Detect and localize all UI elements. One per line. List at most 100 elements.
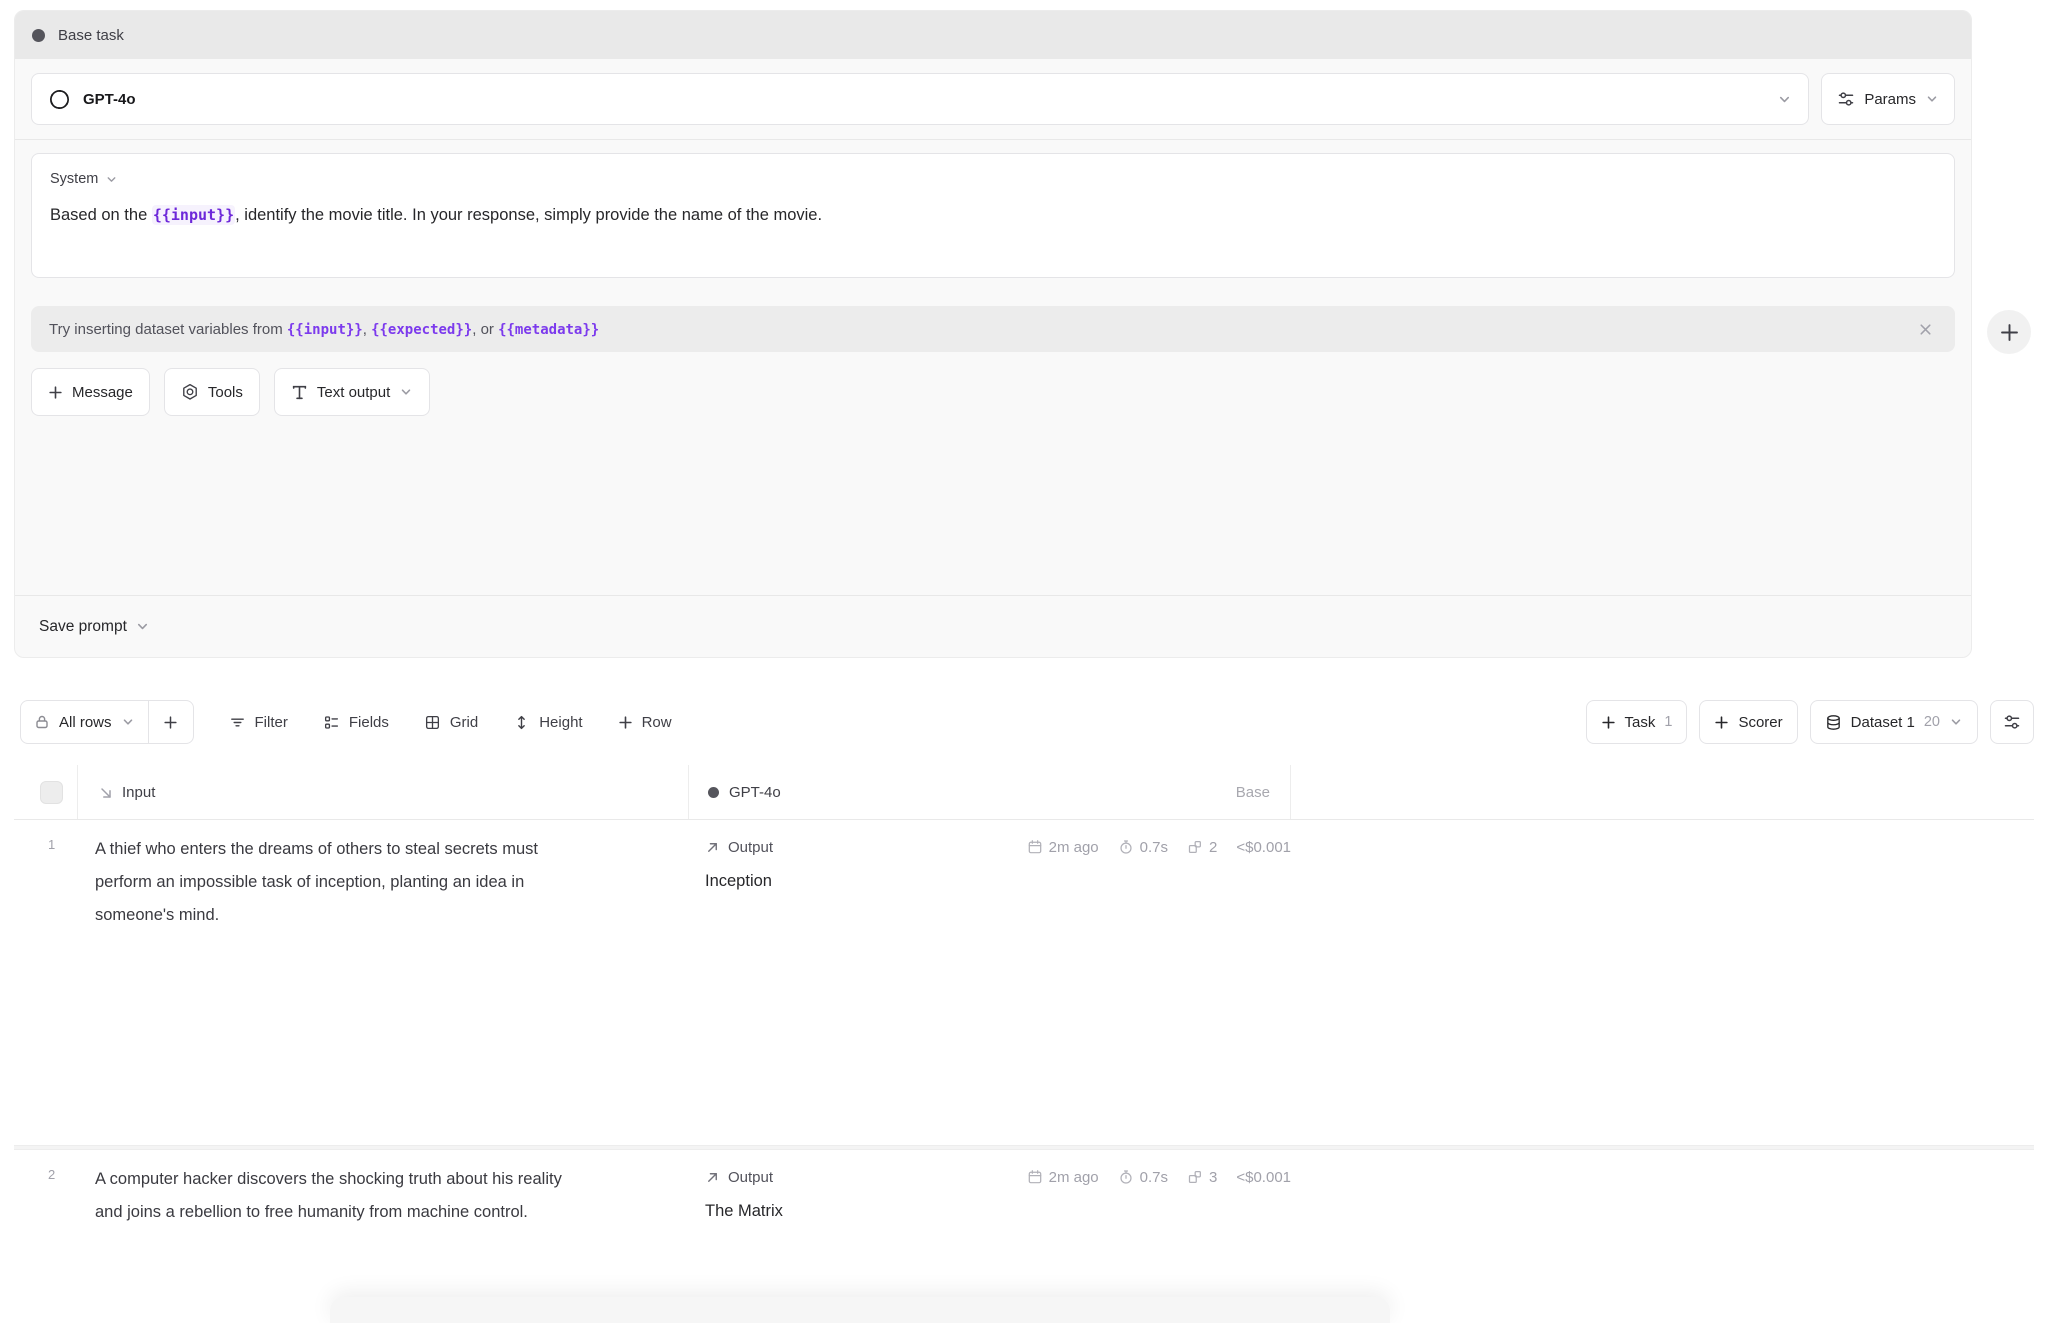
fields-icon xyxy=(323,714,340,731)
filter-button[interactable]: Filter xyxy=(216,700,301,744)
task-count-badge: 1 xyxy=(1664,714,1672,730)
add-message-button[interactable]: Message xyxy=(31,368,150,416)
add-task-button[interactable]: Task 1 xyxy=(1586,700,1688,744)
add-scorer-label: Scorer xyxy=(1738,714,1782,731)
add-row-label: Row xyxy=(642,714,672,731)
output-type-button[interactable]: Text output xyxy=(274,368,430,416)
row-number: 2 xyxy=(48,1167,70,1182)
output-cell[interactable]: Output 2m ago xyxy=(705,1163,1291,1221)
output-metadata: 2m ago 0.7s xyxy=(1027,839,1291,856)
system-message-card[interactable]: System Based on the {{input}}, identify … xyxy=(31,153,1955,278)
save-prompt-button[interactable]: Save prompt xyxy=(39,618,150,636)
openai-logo-icon xyxy=(48,88,71,111)
close-icon[interactable] xyxy=(1914,318,1937,341)
select-all-checkbox[interactable] xyxy=(40,781,63,804)
tools-button[interactable]: Tools xyxy=(164,368,260,416)
dataset-button[interactable]: Dataset 1 20 xyxy=(1810,700,1978,744)
model-dot-icon xyxy=(708,787,719,798)
task-status-icon xyxy=(32,29,45,42)
hint-text: Try inserting dataset variables from {{i… xyxy=(49,321,599,338)
plus-icon xyxy=(1714,715,1729,730)
duration: 0.7s xyxy=(1118,839,1168,856)
model-column-header[interactable]: GPT-4o xyxy=(708,765,781,820)
output-link[interactable]: Output xyxy=(705,1169,773,1186)
grid-icon xyxy=(424,714,441,731)
rows-filter-button[interactable]: All rows xyxy=(21,701,148,743)
view-settings-icon xyxy=(2003,713,2021,731)
role-selector[interactable]: System xyxy=(50,171,118,187)
calendar-icon xyxy=(1027,1169,1043,1185)
prompt-text-after: , identify the movie title. In your resp… xyxy=(235,206,822,224)
output-link-icon xyxy=(705,840,720,855)
column-divider xyxy=(688,765,689,819)
grid-toolbar: All rows Filter Fields xyxy=(20,700,2034,744)
save-prompt-label: Save prompt xyxy=(39,618,127,636)
output-label: Output xyxy=(728,839,773,856)
variant-badge: Base xyxy=(1236,765,1270,820)
params-sliders-icon xyxy=(1837,90,1855,108)
row-number: 1 xyxy=(48,837,70,852)
add-rows-filter-button[interactable] xyxy=(149,701,193,743)
chevron-down-icon xyxy=(135,619,150,634)
add-row-button[interactable]: Row xyxy=(605,700,685,744)
chevron-down-icon xyxy=(1777,92,1792,107)
cost: <$0.001 xyxy=(1236,1169,1291,1186)
timestamp: 2m ago xyxy=(1027,1169,1099,1186)
timer-icon xyxy=(1118,839,1134,855)
input-column-icon xyxy=(98,785,114,801)
filter-label: Filter xyxy=(255,714,288,731)
duration: 0.7s xyxy=(1118,1169,1168,1186)
grid-label: Grid xyxy=(450,714,478,731)
plus-icon xyxy=(618,715,633,730)
cost: <$0.001 xyxy=(1236,839,1291,856)
fields-label: Fields xyxy=(349,714,389,731)
prompt-text[interactable]: Based on the {{input}}, identify the mov… xyxy=(50,204,1936,227)
results-table: Input GPT-4o Base 1 A thief who enters t… xyxy=(14,765,2034,1312)
output-metadata: 2m ago 0.7s xyxy=(1027,1169,1291,1186)
model-select[interactable]: GPT-4o xyxy=(31,73,1809,125)
model-row: GPT-4o Params xyxy=(15,59,1971,125)
input-column-header[interactable]: Input xyxy=(98,765,155,820)
calendar-icon xyxy=(1027,839,1043,855)
chevron-down-icon xyxy=(121,715,135,729)
chevron-down-icon xyxy=(105,173,118,186)
view-settings-button[interactable] xyxy=(1990,700,2034,744)
token-count: 2 xyxy=(1187,839,1217,856)
table-row[interactable]: 1 A thief who enters the dreams of other… xyxy=(14,820,2034,1145)
column-divider xyxy=(77,765,78,819)
task-header: Base task xyxy=(15,11,1971,59)
plus-icon xyxy=(163,715,178,730)
add-task-fab[interactable] xyxy=(1987,310,2031,354)
tools-label: Tools xyxy=(208,384,243,401)
add-message-label: Message xyxy=(72,384,133,401)
table-header: Input GPT-4o Base xyxy=(14,765,2034,820)
tools-nut-icon xyxy=(181,383,199,401)
rows-filter-label: All rows xyxy=(59,714,112,731)
row-height-button[interactable]: Height xyxy=(500,700,595,744)
dataset-label: Dataset 1 xyxy=(1851,714,1915,731)
filter-icon xyxy=(229,714,246,731)
output-link-icon xyxy=(705,1170,720,1185)
row-height-icon xyxy=(513,714,530,731)
output-cell[interactable]: Output 2m ago xyxy=(705,833,1291,891)
input-cell[interactable]: A thief who enters the dreams of others … xyxy=(95,833,585,932)
params-label: Params xyxy=(1864,91,1916,108)
params-button[interactable]: Params xyxy=(1821,73,1955,125)
output-value: The Matrix xyxy=(705,1202,1291,1221)
timestamp: 2m ago xyxy=(1027,839,1099,856)
chevron-down-icon xyxy=(1949,715,1963,729)
prompt-text-before: Based on the xyxy=(50,206,152,224)
output-link[interactable]: Output xyxy=(705,839,773,856)
plus-icon xyxy=(48,385,63,400)
table-row[interactable]: 2 A computer hacker discovers the shocki… xyxy=(14,1150,2034,1312)
lock-icon xyxy=(34,714,50,730)
input-cell[interactable]: A computer hacker discovers the shocking… xyxy=(95,1163,585,1229)
dataset-icon xyxy=(1825,714,1842,731)
grid-button[interactable]: Grid xyxy=(411,700,491,744)
plus-icon xyxy=(2000,323,2019,342)
fields-button[interactable]: Fields xyxy=(310,700,402,744)
add-task-label: Task xyxy=(1625,714,1656,731)
chevron-down-icon xyxy=(1925,92,1939,106)
add-scorer-button[interactable]: Scorer xyxy=(1699,700,1797,744)
hint-var-input: {{input}} xyxy=(287,322,363,338)
